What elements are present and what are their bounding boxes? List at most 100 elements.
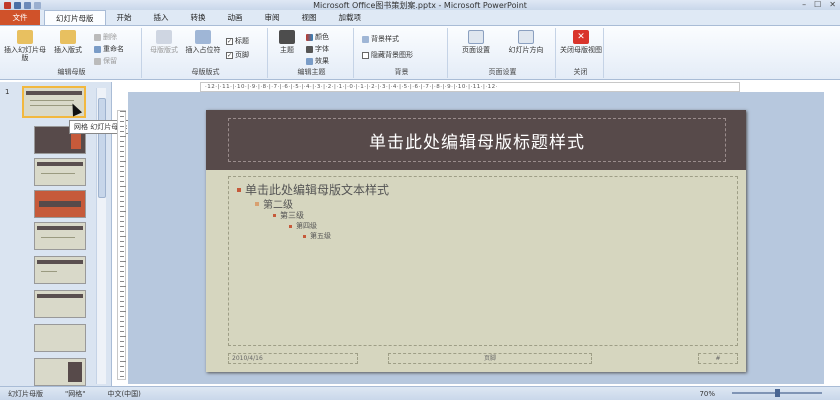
layout-thumbnail[interactable] — [34, 190, 86, 218]
insert-slide-master-button[interactable]: 插入幻灯片母版 — [4, 30, 46, 62]
thumb-title-bar — [37, 162, 83, 166]
minimize-icon[interactable]: – — [802, 0, 806, 9]
ruler-tick — [120, 291, 124, 292]
colors-button[interactable]: 颜色 — [306, 32, 329, 42]
tab-file[interactable]: 文件 — [0, 10, 40, 25]
layout-thumbnail[interactable] — [34, 358, 86, 386]
zoom-slider-knob[interactable] — [774, 389, 780, 397]
ruler-tick — [120, 331, 124, 332]
layout-thumbnail[interactable] — [34, 256, 86, 284]
level-4-text: 第四级 — [289, 221, 317, 231]
language-indicator[interactable]: 中文(中国) — [107, 389, 140, 399]
effects-button[interactable]: 效果 — [306, 56, 329, 66]
insert-layout-button[interactable]: 插入版式 — [48, 30, 88, 54]
slide-orientation-button[interactable]: 幻灯片方向 — [500, 30, 552, 54]
background-styles-button[interactable]: 背景样式 — [362, 34, 399, 44]
close-master-view-button[interactable]: ✕ 关闭母版视图 — [560, 30, 602, 54]
tab-view[interactable]: 视图 — [291, 10, 328, 25]
layout-thumbnail[interactable] — [34, 290, 86, 318]
group-label: 母版版式 — [191, 68, 220, 76]
slide-number: 1 — [5, 88, 10, 96]
preserve-icon — [94, 57, 101, 65]
ruler-tick — [120, 246, 124, 247]
group-edit-master: 插入幻灯片母版 插入版式 删除 重命名 保留 编辑母版 — [2, 28, 142, 78]
thumb-line — [30, 100, 74, 101]
ruler-tick — [120, 161, 126, 162]
ruler-tick — [120, 141, 124, 142]
bullet-icon — [273, 214, 276, 217]
tab-addins[interactable]: 加载项 — [328, 10, 373, 25]
maximize-icon[interactable]: ☐ — [814, 0, 821, 9]
group-page-setup: 页面设置 幻灯片方向 页面设置 — [450, 28, 556, 78]
group-label: 关闭 — [573, 68, 588, 76]
ruler-tick — [120, 136, 126, 137]
footer-checkbox[interactable]: ✓ 页脚 — [226, 50, 249, 60]
thumb-line — [41, 173, 75, 174]
ruler-tick — [120, 236, 126, 237]
zoom-level[interactable]: 70% — [699, 390, 715, 398]
fonts-button[interactable]: 字体 — [306, 44, 329, 54]
thumb-title-bar — [37, 226, 83, 230]
tab-review[interactable]: 审阅 — [254, 10, 291, 25]
date-placeholder[interactable]: 2010/4/16 — [228, 353, 358, 364]
slide-master[interactable]: 单击此处编辑母版标题样式 单击此处编辑母版文本样式 第二级 第三级 第四级 第五… — [206, 110, 746, 372]
tab-home[interactable]: 开始 — [106, 10, 143, 25]
delete-button[interactable]: 删除 — [94, 32, 117, 42]
window-title: Microsoft Office图书策划案.pptx - Microsoft P… — [313, 0, 527, 10]
group-close: ✕ 关闭母版视图 关闭 — [558, 28, 604, 78]
placeholder-icon — [195, 30, 211, 44]
group-edit-theme: 主题 颜色 字体 效果 编辑主题 — [270, 28, 354, 78]
ruler-tick — [120, 151, 124, 152]
footer-placeholder[interactable]: 页脚 — [388, 353, 592, 364]
title-bar: Microsoft Office图书策划案.pptx - Microsoft P… — [0, 0, 840, 10]
ruler-tick — [120, 286, 126, 287]
themes-button[interactable]: 主题 — [272, 30, 302, 54]
ruler-tick — [120, 276, 124, 277]
vertical-ruler[interactable] — [117, 110, 126, 380]
ruler-tick — [120, 341, 124, 342]
master-layout-icon — [156, 30, 172, 44]
page-number-placeholder[interactable]: # — [698, 353, 738, 364]
group-master-layout: 母版版式 插入占位符 ✓ 标题 ✓ 页脚 母版版式 — [144, 28, 268, 78]
close-window-icon[interactable]: ✕ — [829, 0, 836, 9]
horizontal-ruler[interactable]: ·12·|·11·|·10·|·9·|·8·|·7·|·6·|·5·|·4·|·… — [200, 82, 740, 92]
ruler-tick — [120, 361, 126, 362]
ruler-tick — [120, 226, 124, 227]
ruler-tick — [120, 176, 124, 177]
tab-insert[interactable]: 插入 — [143, 10, 180, 25]
scrollbar-thumb[interactable] — [98, 98, 106, 198]
master-layout-button[interactable]: 母版版式 — [146, 30, 182, 54]
tab-transitions[interactable]: 转换 — [180, 10, 217, 25]
thumb-title-bar — [37, 294, 83, 298]
ruler-tick — [120, 271, 124, 272]
hide-background-checkbox[interactable]: 隐藏背景图形 — [362, 50, 413, 60]
level-5-text: 第五级 — [303, 231, 331, 241]
ruler-tick — [120, 216, 124, 217]
ribbon-tab-bar: 文件 幻灯片母版 开始 插入 转换 动画 审阅 视图 加载项 — [0, 10, 840, 26]
ruler-tick — [120, 251, 124, 252]
tab-animations[interactable]: 动画 — [217, 10, 254, 25]
layout-thumbnail[interactable] — [34, 324, 86, 352]
tab-slide-master[interactable]: 幻灯片母版 — [44, 10, 106, 25]
rename-button[interactable]: 重命名 — [94, 44, 124, 54]
ruler-tick — [120, 346, 124, 347]
bullet-icon — [303, 234, 306, 238]
layout-thumbnail[interactable] — [34, 158, 86, 186]
layout-thumbnail[interactable] — [34, 222, 86, 250]
ruler-tick — [120, 301, 124, 302]
zoom-slider[interactable] — [732, 389, 822, 397]
title-placeholder[interactable]: 单击此处编辑母版标题样式 — [228, 118, 726, 162]
group-background: 背景样式 隐藏背景图形 背景 — [356, 28, 448, 78]
colors-icon — [306, 33, 313, 41]
insert-placeholder-button[interactable]: 插入占位符 — [184, 30, 222, 54]
insert-layout-icon — [60, 30, 76, 44]
ruler-tick — [120, 351, 124, 352]
title-checkbox[interactable]: ✓ 标题 — [226, 36, 249, 46]
group-label: 编辑母版 — [57, 68, 86, 76]
preserve-button[interactable]: 保留 — [94, 56, 117, 66]
ruler-tick — [120, 146, 124, 147]
body-placeholder[interactable]: 单击此处编辑母版文本样式 第二级 第三级 第四级 第五级 — [228, 176, 738, 346]
thumb-line — [41, 237, 75, 238]
insert-master-icon — [17, 30, 33, 44]
page-setup-button[interactable]: 页面设置 — [454, 30, 498, 54]
